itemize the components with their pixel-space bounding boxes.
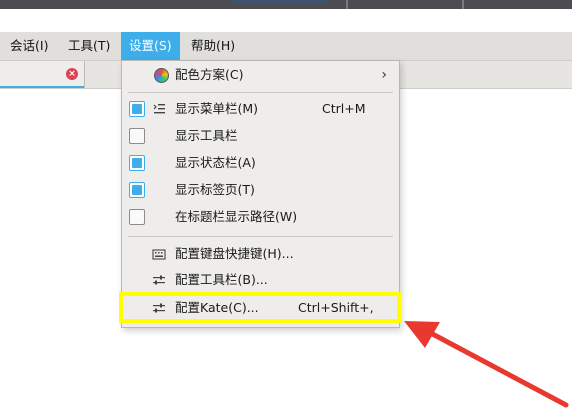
annotation-arrow bbox=[404, 321, 569, 408]
